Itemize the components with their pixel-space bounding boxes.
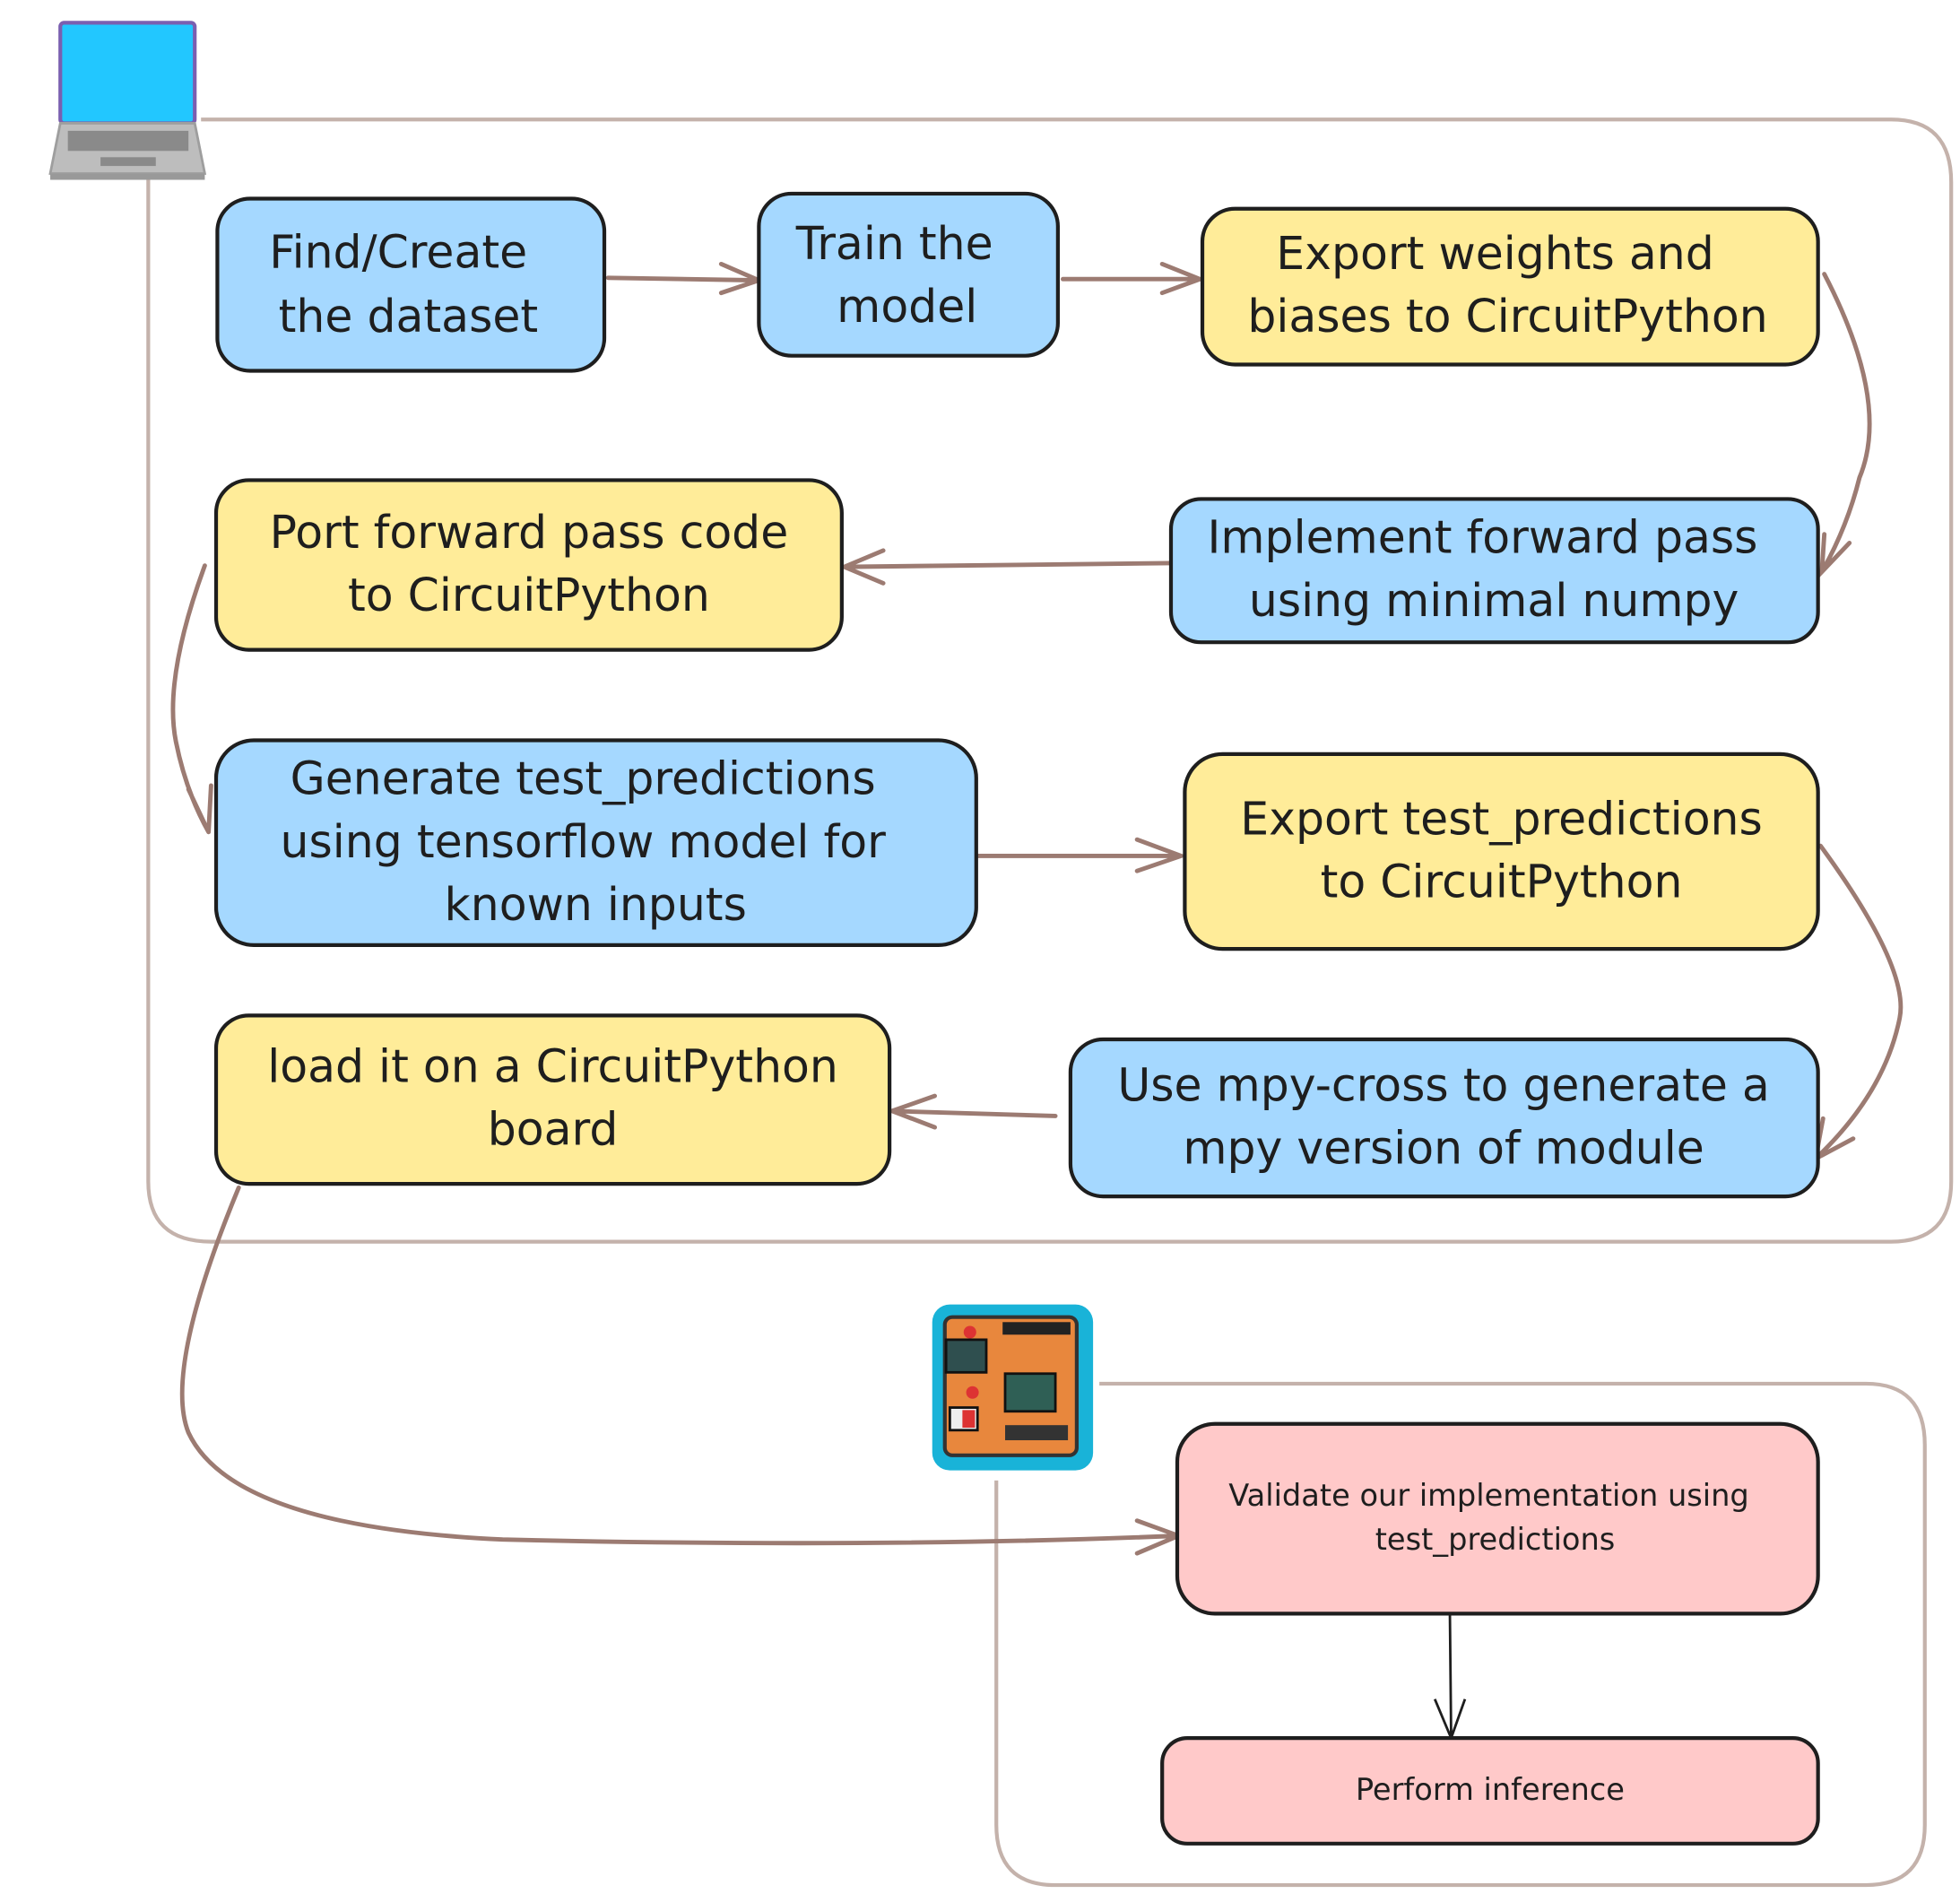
node-label: model xyxy=(837,280,977,333)
node-label: to CircuitPython xyxy=(348,569,710,621)
node-load-board[interactable]: load it on a CircuitPython board xyxy=(213,1013,892,1186)
node-label: Generate test_predictions xyxy=(291,752,876,805)
node-label: Perform inference xyxy=(1356,1772,1625,1807)
node-port-forward[interactable]: Port forward pass code to CircuitPython xyxy=(213,478,844,652)
node-label: board xyxy=(488,1103,619,1156)
node-find-dataset[interactable]: Find/Create the dataset xyxy=(215,196,607,373)
node-export-weights[interactable]: Export weights and biases to CircuitPyth… xyxy=(1200,206,1820,367)
node-label: known inputs xyxy=(445,878,747,931)
node-train-model[interactable]: Train the model xyxy=(757,191,1060,358)
node-label: test_predictions xyxy=(1375,1522,1616,1557)
node-label: Export test_predictions xyxy=(1240,793,1763,846)
node-label: Validate our implementation using xyxy=(1228,1478,1749,1513)
laptop-icon xyxy=(48,21,207,180)
node-generate-predictions[interactable]: Generate test_predictions using tensorfl… xyxy=(213,738,978,947)
node-label: Train the xyxy=(795,217,993,270)
node-inference[interactable]: Perform inference xyxy=(1160,1736,1820,1846)
node-label: Find/Create xyxy=(269,226,527,279)
node-label: Export weights and xyxy=(1276,227,1713,280)
node-mpy-cross[interactable]: Use mpy-cross to generate a mpy version … xyxy=(1068,1037,1820,1199)
node-label: using tensorflow model for xyxy=(281,815,887,868)
node-export-predictions[interactable]: Export test_predictions to CircuitPython xyxy=(1183,752,1820,951)
node-validate[interactable]: Validate our implementation using test_p… xyxy=(1175,1421,1820,1616)
node-label: Implement forward pass xyxy=(1208,511,1758,564)
circuit-board-icon xyxy=(932,1304,1094,1471)
node-label: mpy version of module xyxy=(1183,1122,1704,1175)
flow-diagram: Find/Create the dataset Train the model … xyxy=(48,21,1954,1888)
node-implement-forward[interactable]: Implement forward pass using minimal num… xyxy=(1168,497,1820,645)
node-label: biases to CircuitPython xyxy=(1247,290,1767,343)
node-label: load it on a CircuitPython xyxy=(267,1040,838,1093)
node-label: using minimal numpy xyxy=(1249,574,1739,627)
node-label: the dataset xyxy=(279,290,538,343)
node-label: to CircuitPython xyxy=(1321,856,1683,908)
node-label: Use mpy-cross to generate a xyxy=(1117,1059,1769,1112)
node-label: Port forward pass code xyxy=(270,506,789,559)
